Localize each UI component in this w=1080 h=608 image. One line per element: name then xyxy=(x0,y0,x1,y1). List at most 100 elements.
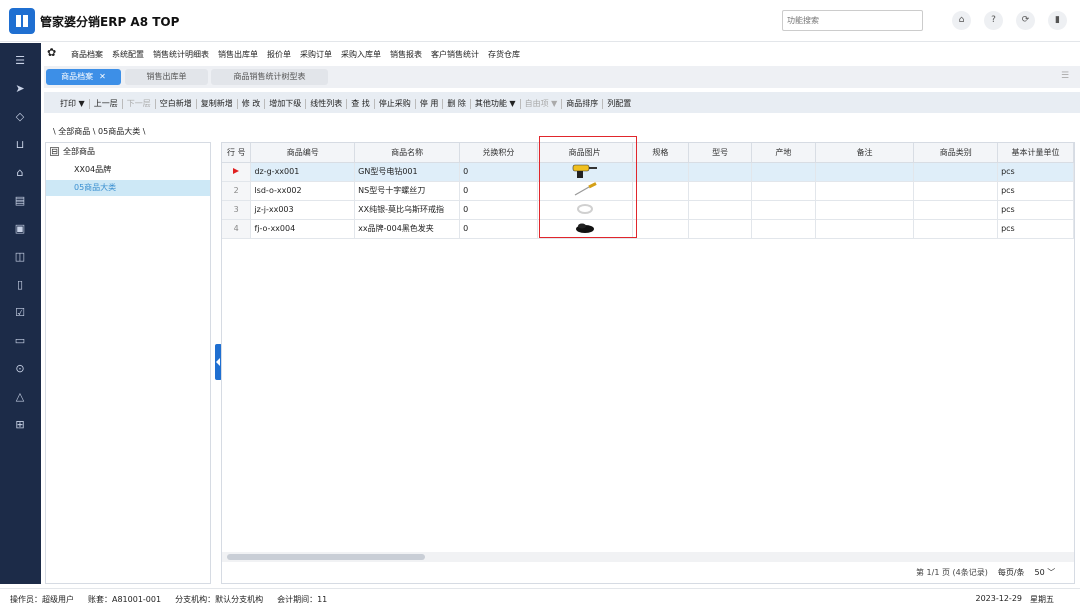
tab-sales-tree[interactable]: 商品销售统计树型表 xyxy=(211,69,328,85)
menu-item[interactable]: 商品档案 xyxy=(71,49,103,60)
product-sort-button[interactable]: 商品排序 xyxy=(562,98,602,109)
col-header[interactable]: 行 号 xyxy=(222,143,252,163)
product-code-cell[interactable]: dz-g-xx001 xyxy=(250,162,356,182)
tag-icon[interactable]: ◇ xyxy=(10,107,30,127)
table-row[interactable]: 2 lsd-o-xx002 NS型号十字螺丝刀 0 pcs xyxy=(222,181,1074,201)
edit-button[interactable]: 修 改 xyxy=(238,98,265,109)
category-cell[interactable] xyxy=(913,162,999,182)
collapse-icon[interactable]: ⊟ xyxy=(50,147,59,156)
points-cell[interactable]: 0 xyxy=(459,162,538,182)
menu-item[interactable]: 采购入库单 xyxy=(341,49,381,60)
warehouse-icon[interactable]: ⌂ xyxy=(10,163,30,183)
find-button[interactable]: 查 找 xyxy=(347,98,374,109)
refresh-icon[interactable]: ⟳ xyxy=(1016,11,1035,30)
col-header[interactable]: 基本计量单位 xyxy=(997,143,1074,163)
menu-item[interactable]: 采购订单 xyxy=(300,49,332,60)
menu-item[interactable]: 客户销售统计 xyxy=(431,49,479,60)
blank-add-button[interactable]: 空白新增 xyxy=(156,98,196,109)
remark-cell[interactable] xyxy=(815,200,915,220)
unit-cell[interactable]: pcs xyxy=(997,200,1074,220)
scrollbar-thumb[interactable] xyxy=(227,554,425,560)
origin-cell[interactable] xyxy=(751,162,816,182)
clipboard-icon[interactable]: ▭ xyxy=(10,331,30,351)
product-name-cell[interactable]: xx品牌-004黑色发夹 xyxy=(354,219,461,239)
home-icon[interactable]: ⌂ xyxy=(952,11,971,30)
model-cell[interactable] xyxy=(688,219,753,239)
col-header[interactable]: 产地 xyxy=(751,143,816,163)
spec-cell[interactable] xyxy=(632,162,690,182)
print-button[interactable]: 打印 ▼ xyxy=(56,98,89,109)
col-header[interactable]: 兑换积分 xyxy=(459,143,538,163)
col-header[interactable]: 商品类别 xyxy=(913,143,999,163)
report-icon[interactable]: ▤ xyxy=(10,191,30,211)
product-code-cell[interactable]: jz-j-xx003 xyxy=(250,200,356,220)
tree-root[interactable]: ⊟ 全部商品 xyxy=(50,146,95,157)
document-icon[interactable]: ▯ xyxy=(10,275,30,295)
product-name-cell[interactable]: GN型号电钻001 xyxy=(354,162,461,182)
tab-sales-outbound[interactable]: 销售出库单 xyxy=(125,69,208,85)
inventory-icon[interactable]: ▣ xyxy=(10,219,30,239)
tab-product-archive[interactable]: 商品档案 ✕ xyxy=(46,69,121,85)
column-config-button[interactable]: 列配置 xyxy=(603,98,635,109)
origin-cell[interactable] xyxy=(751,219,816,239)
help-icon[interactable]: ? xyxy=(984,11,1003,30)
menu-item[interactable]: 销售报表 xyxy=(390,49,422,60)
product-name-cell[interactable]: XX纯银-莫比乌斯环戒指 xyxy=(354,200,461,220)
col-header[interactable]: 备注 xyxy=(815,143,915,163)
menu-item[interactable]: 销售出库单 xyxy=(218,49,258,60)
menu-item[interactable]: 销售统计明细表 xyxy=(153,49,209,60)
model-cell[interactable] xyxy=(688,162,753,182)
stop-purchase-button[interactable]: 停止采购 xyxy=(375,98,415,109)
unit-cell[interactable]: pcs xyxy=(997,219,1074,239)
function-search-input[interactable] xyxy=(782,10,923,31)
spec-cell[interactable] xyxy=(632,181,690,201)
up-level-button[interactable]: 上一层 xyxy=(90,98,122,109)
chart-icon[interactable]: ◫ xyxy=(10,247,30,267)
points-cell[interactable]: 0 xyxy=(459,219,538,239)
category-cell[interactable] xyxy=(913,219,999,239)
col-header[interactable]: 商品名称 xyxy=(354,143,461,163)
product-code-cell[interactable]: fj-o-xx004 xyxy=(250,219,356,239)
menu-item[interactable]: 系统配置 xyxy=(112,49,144,60)
table-row[interactable]: dz-g-xx001 GN型号电钻001 0 pcs xyxy=(222,162,1074,182)
list-icon[interactable]: ☰ xyxy=(1061,71,1071,82)
unit-cell[interactable]: pcs xyxy=(997,181,1074,201)
spec-cell[interactable] xyxy=(632,219,690,239)
model-cell[interactable] xyxy=(688,181,753,201)
col-header[interactable]: 型号 xyxy=(688,143,753,163)
send-icon[interactable]: ➤ xyxy=(10,79,30,99)
points-cell[interactable]: 0 xyxy=(459,181,538,201)
table-row[interactable]: 4 fj-o-xx004 xx品牌-004黑色发夹 0 pcs xyxy=(222,219,1074,239)
add-child-button[interactable]: 增加下级 xyxy=(265,98,305,109)
delete-button[interactable]: 删 除 xyxy=(443,98,470,109)
category-cell[interactable] xyxy=(913,200,999,220)
per-page-select[interactable]: 50 ﹀ xyxy=(1035,567,1056,578)
col-header[interactable]: 规格 xyxy=(632,143,690,163)
linear-list-button[interactable]: 线性列表 xyxy=(306,98,346,109)
product-code-cell[interactable]: lsd-o-xx002 xyxy=(250,181,356,201)
remark-cell[interactable] xyxy=(815,181,915,201)
origin-cell[interactable] xyxy=(751,181,816,201)
close-icon[interactable]: ✕ xyxy=(99,72,106,81)
category-cell[interactable] xyxy=(913,181,999,201)
remark-cell[interactable] xyxy=(815,219,915,239)
model-cell[interactable] xyxy=(688,200,753,220)
menu-icon[interactable]: ☰ xyxy=(10,51,30,71)
table-row[interactable]: 3 jz-j-xx003 XX纯银-莫比乌斯环戒指 0 pcs xyxy=(222,200,1074,220)
settings-icon[interactable]: ⊙ xyxy=(10,359,30,379)
menu-item[interactable]: 报价单 xyxy=(267,49,291,60)
other-functions-button[interactable]: 其他功能 ▼ xyxy=(471,98,520,109)
product-name-cell[interactable]: NS型号十字螺丝刀 xyxy=(354,181,461,201)
check-icon[interactable]: ☑ xyxy=(10,303,30,323)
copy-add-button[interactable]: 复制新增 xyxy=(197,98,237,109)
tree-node-selected[interactable]: 05商品大类 xyxy=(46,180,210,196)
remark-cell[interactable] xyxy=(815,162,915,182)
disable-button[interactable]: 停 用 xyxy=(416,98,443,109)
menu-item[interactable]: 存货仓库 xyxy=(488,49,520,60)
down-level-button[interactable]: 下一层 xyxy=(123,98,155,109)
unit-cell[interactable]: pcs xyxy=(997,162,1074,182)
free-item-button[interactable]: 自由项 ▼ xyxy=(521,98,562,109)
col-header[interactable]: 商品编号 xyxy=(250,143,356,163)
origin-cell[interactable] xyxy=(751,200,816,220)
points-cell[interactable]: 0 xyxy=(459,200,538,220)
